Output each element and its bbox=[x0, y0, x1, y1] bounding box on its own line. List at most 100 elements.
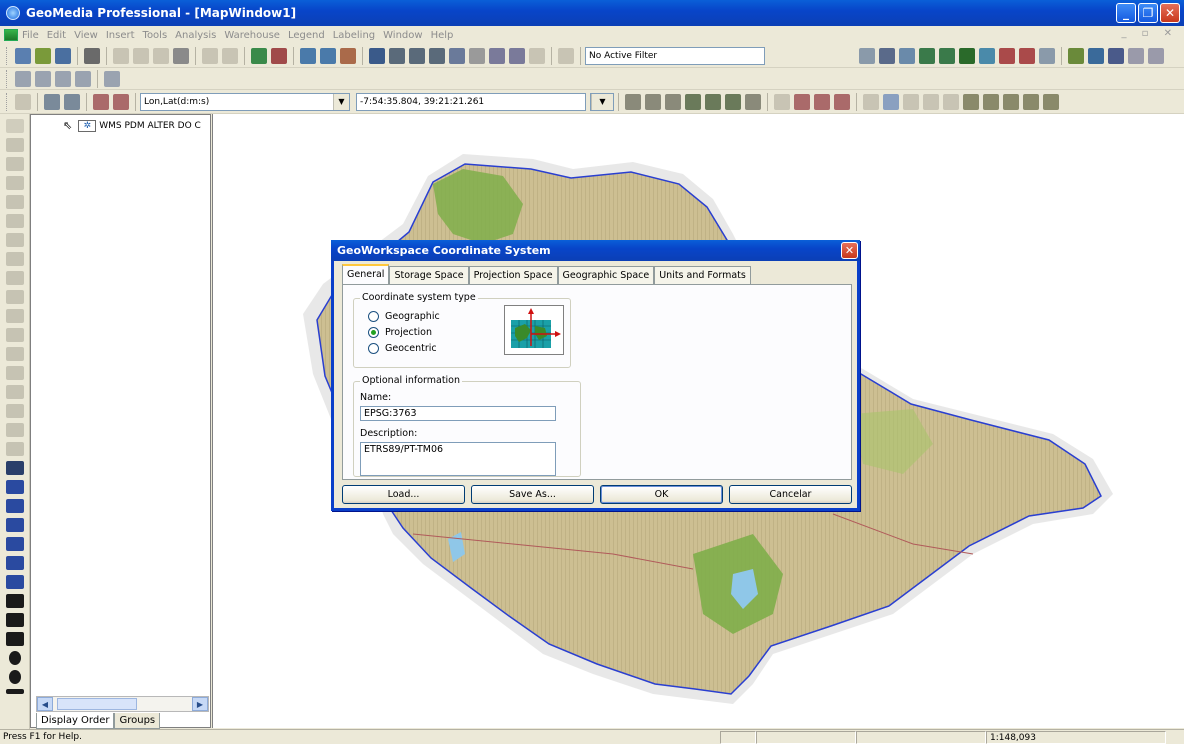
tab-general[interactable]: General bbox=[342, 264, 390, 284]
rotate-2-icon[interactable] bbox=[6, 347, 24, 361]
place-5-icon[interactable] bbox=[705, 93, 721, 110]
spatial-filter-icon[interactable] bbox=[489, 47, 505, 64]
place-icon[interactable] bbox=[625, 93, 641, 110]
tab-projection-space[interactable]: Projection Space bbox=[468, 266, 558, 284]
label-4-icon[interactable] bbox=[923, 93, 939, 110]
chart-icon[interactable] bbox=[75, 70, 91, 87]
label-6-icon[interactable] bbox=[963, 93, 979, 110]
insert-image-icon[interactable] bbox=[6, 176, 24, 190]
dialog-close-button[interactable]: ✕ bbox=[841, 242, 858, 259]
menu-view[interactable]: View bbox=[74, 30, 98, 41]
label-10-icon[interactable] bbox=[1043, 93, 1059, 110]
title-bar[interactable]: GeoMedia Professional - [MapWindow1] _ ❐… bbox=[0, 0, 1184, 26]
continue-icon[interactable] bbox=[899, 47, 915, 64]
coordinate-dropdown-button[interactable]: ▼ bbox=[590, 92, 614, 111]
feature-icon[interactable] bbox=[919, 47, 935, 64]
new-geoworkspace-icon[interactable] bbox=[15, 47, 31, 64]
toolbar-grip[interactable] bbox=[6, 46, 9, 65]
tab-groups[interactable]: Groups bbox=[114, 713, 161, 729]
vertex-icon[interactable] bbox=[774, 93, 790, 110]
area-icon[interactable] bbox=[979, 47, 995, 64]
circle-icon[interactable] bbox=[1019, 47, 1035, 64]
fence-icon[interactable] bbox=[93, 93, 109, 110]
refresh-icon[interactable] bbox=[369, 47, 385, 64]
tab-display-order[interactable]: Display Order bbox=[36, 713, 115, 729]
label-9-icon[interactable] bbox=[1023, 93, 1039, 110]
measure-icon[interactable] bbox=[6, 442, 24, 456]
angle-icon[interactable] bbox=[1039, 47, 1055, 64]
query-icon[interactable] bbox=[1088, 47, 1104, 64]
draw-curve-icon[interactable] bbox=[6, 632, 24, 646]
snap-point-icon[interactable] bbox=[6, 252, 24, 266]
coordinate-readout-field[interactable]: -7:54:35.804, 39:21:21.261 bbox=[356, 92, 586, 111]
dropdown-arrow-icon[interactable]: ▼ bbox=[591, 93, 613, 110]
scale-icon[interactable] bbox=[6, 385, 24, 399]
place-line-icon[interactable] bbox=[6, 461, 24, 475]
feature-2-icon[interactable] bbox=[939, 47, 955, 64]
close-window-button[interactable]: ✕ bbox=[1160, 3, 1180, 23]
label-3-icon[interactable] bbox=[903, 93, 919, 110]
zoom-in-icon[interactable] bbox=[389, 47, 405, 64]
redo-icon[interactable] bbox=[222, 47, 238, 64]
place-angle-icon[interactable] bbox=[6, 575, 24, 589]
snap-icon[interactable] bbox=[859, 47, 875, 64]
place-2-icon[interactable] bbox=[645, 93, 661, 110]
mdi-controls[interactable]: _ ▫ ✕ bbox=[1121, 28, 1178, 39]
move-icon[interactable] bbox=[6, 309, 24, 323]
legend-horizontal-scrollbar[interactable]: ◀ ▶ bbox=[36, 696, 209, 712]
spatial-filter-3-icon[interactable] bbox=[529, 47, 545, 64]
dropdown-arrow-icon[interactable]: ▼ bbox=[333, 93, 349, 110]
vertex-2-icon[interactable] bbox=[794, 93, 810, 110]
name-input[interactable]: EPSG:3763 bbox=[360, 406, 556, 421]
rotate-icon[interactable] bbox=[6, 328, 24, 342]
minimize-button[interactable]: _ bbox=[1116, 3, 1136, 23]
paste-icon[interactable] bbox=[153, 47, 169, 64]
thematic-icon[interactable] bbox=[1148, 47, 1164, 64]
radio-geographic[interactable]: Geographic bbox=[368, 311, 440, 322]
place-symbol-icon[interactable] bbox=[6, 556, 24, 570]
undo-icon[interactable] bbox=[202, 47, 218, 64]
circle-tool-icon[interactable] bbox=[9, 651, 21, 665]
label-8-icon[interactable] bbox=[1003, 93, 1019, 110]
save-icon[interactable] bbox=[55, 47, 71, 64]
label-text-icon[interactable] bbox=[6, 138, 24, 152]
place-3-icon[interactable] bbox=[665, 93, 681, 110]
place-polyline-icon[interactable] bbox=[6, 480, 24, 494]
restore-button[interactable]: ❐ bbox=[1138, 3, 1158, 23]
delete-icon[interactable] bbox=[173, 47, 189, 64]
save-as-button[interactable]: Save As... bbox=[471, 485, 594, 504]
map-window-icon[interactable] bbox=[4, 29, 18, 41]
radio-projection[interactable]: Projection bbox=[368, 327, 432, 338]
previous-view-icon[interactable] bbox=[469, 47, 485, 64]
menu-warehouse[interactable]: Warehouse bbox=[224, 30, 280, 41]
menu-labeling[interactable]: Labeling bbox=[333, 30, 375, 41]
fit-all-icon[interactable] bbox=[429, 47, 445, 64]
copy-parallel-icon[interactable] bbox=[6, 366, 24, 380]
extend-icon[interactable] bbox=[6, 214, 24, 228]
menu-legend[interactable]: Legend bbox=[288, 30, 325, 41]
radio-geographic-button[interactable] bbox=[368, 311, 379, 322]
menu-file[interactable]: File bbox=[22, 30, 39, 41]
intersect-icon[interactable] bbox=[6, 594, 24, 608]
vertex-3-icon[interactable] bbox=[814, 93, 830, 110]
tab-geographic-space[interactable]: Geographic Space bbox=[557, 266, 655, 284]
scroll-right-icon[interactable]: ▶ bbox=[192, 697, 208, 711]
toolbar-grip[interactable] bbox=[6, 92, 9, 111]
pan-icon[interactable] bbox=[449, 47, 465, 64]
active-filter-combo[interactable]: No Active Filter bbox=[585, 46, 765, 65]
delete-feature-icon[interactable] bbox=[6, 423, 24, 437]
label-icon[interactable] bbox=[863, 93, 879, 110]
scroll-thumb[interactable] bbox=[57, 698, 137, 710]
scroll-left-icon[interactable]: ◀ bbox=[37, 697, 53, 711]
tab-units-and-formats[interactable]: Units and Formats bbox=[654, 266, 751, 284]
buffer-icon[interactable] bbox=[1128, 47, 1144, 64]
place-arc-icon[interactable] bbox=[6, 537, 24, 551]
coordinate-2-icon[interactable] bbox=[64, 93, 80, 110]
geomedia-app-icon[interactable] bbox=[6, 6, 20, 20]
spatial-filter-2-icon[interactable] bbox=[509, 47, 525, 64]
draw-line-icon[interactable] bbox=[6, 613, 24, 627]
join-line-icon[interactable] bbox=[6, 271, 24, 285]
ok-button[interactable]: OK bbox=[600, 485, 723, 504]
label-7-icon[interactable] bbox=[983, 93, 999, 110]
properties-icon[interactable] bbox=[340, 47, 356, 64]
